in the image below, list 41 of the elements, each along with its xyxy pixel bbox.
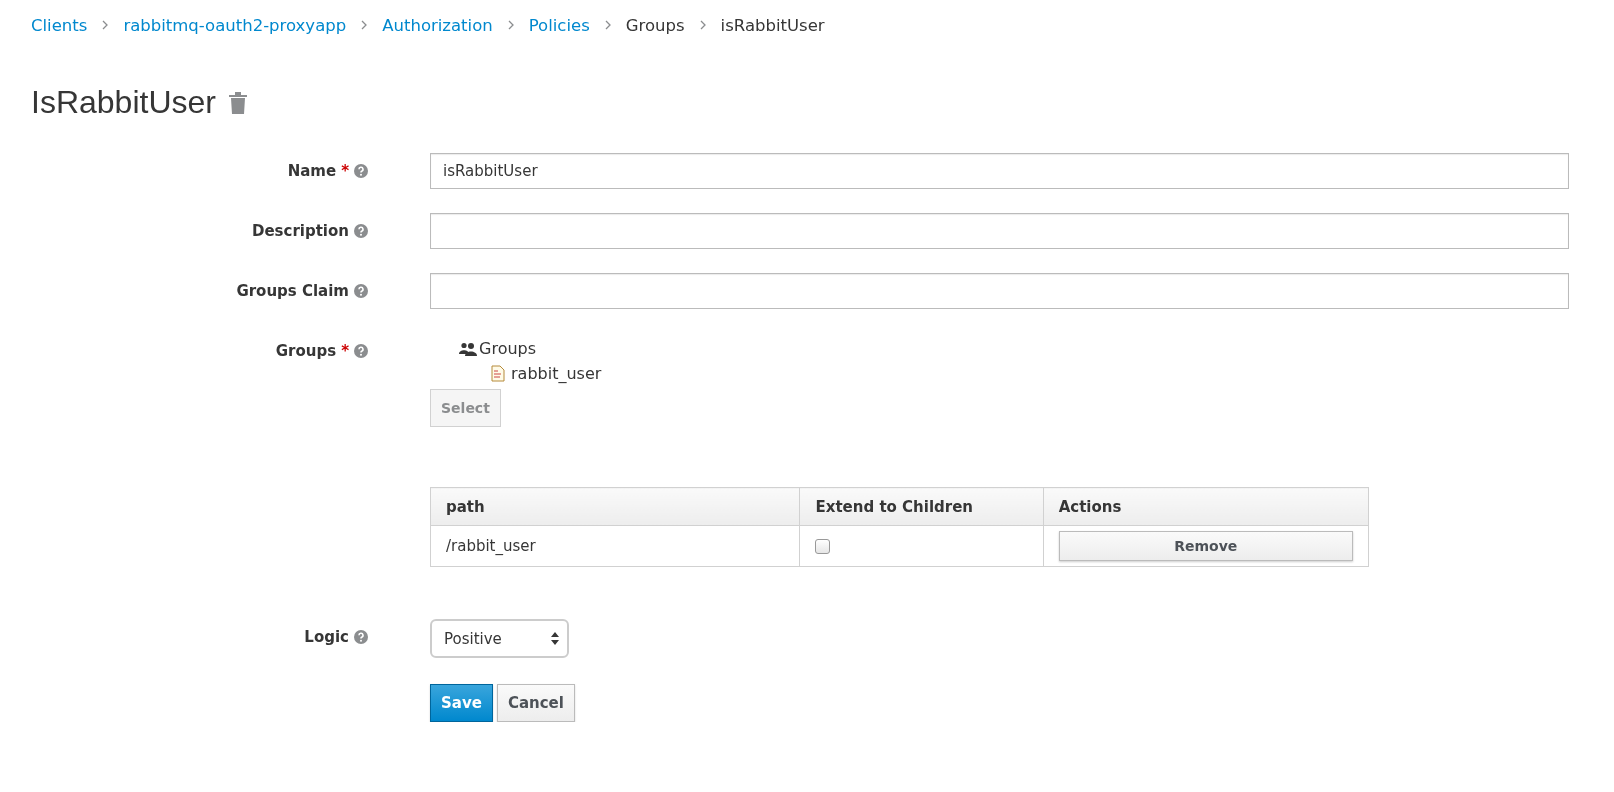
chevron-icon <box>360 20 369 30</box>
document-icon <box>491 365 505 382</box>
field-label: Groups <box>275 342 337 360</box>
breadcrumb-link[interactable]: Authorization <box>382 15 493 35</box>
tree-item[interactable]: Groups <box>479 339 537 358</box>
help-icon[interactable] <box>354 630 368 644</box>
field-label: Name <box>287 162 337 180</box>
text-field[interactable] <box>430 213 1569 249</box>
breadcrumb-text: isRabbitUser <box>720 15 825 35</box>
chevron-icon <box>101 20 110 30</box>
table-cell: /rabbit_user <box>430 525 800 567</box>
help-icon[interactable] <box>354 224 368 238</box>
required-mark: * <box>341 162 349 180</box>
help-icon[interactable] <box>354 164 368 178</box>
column-header: Extend to Children <box>800 487 1044 526</box>
tree-item[interactable]: rabbit_user <box>511 364 602 383</box>
cancel-button[interactable]: Cancel <box>496 684 575 722</box>
trash-icon[interactable] <box>227 90 248 115</box>
help-icon[interactable] <box>354 284 368 298</box>
breadcrumb-link[interactable]: rabbitmq-oauth2-proxyapp <box>123 15 347 35</box>
chevron-icon <box>698 20 707 30</box>
field-label: Logic <box>304 628 349 646</box>
users-icon <box>459 341 477 356</box>
required-mark: * <box>341 342 349 360</box>
page-title: IsRabbitUser <box>31 84 216 121</box>
breadcrumb-link[interactable]: Policies <box>528 15 590 35</box>
breadcrumb-text: Groups <box>625 15 685 35</box>
breadcrumb-link[interactable]: Clients <box>31 15 88 35</box>
field-label: Description <box>251 222 349 240</box>
chevron-icon <box>506 20 515 30</box>
text-field[interactable]: isRabbitUser <box>430 153 1569 189</box>
column-header: path <box>430 487 800 526</box>
text-field[interactable] <box>430 273 1569 309</box>
sort-caret-icon <box>551 632 559 645</box>
column-header: Actions <box>1043 487 1369 526</box>
help-icon[interactable] <box>354 344 368 358</box>
logic-dropdown[interactable]: Positive <box>430 619 569 658</box>
remove-button[interactable]: Remove <box>1058 531 1353 561</box>
field-label: Groups Claim <box>236 282 349 300</box>
chevron-icon <box>603 20 612 30</box>
checkbox[interactable] <box>815 539 831 554</box>
